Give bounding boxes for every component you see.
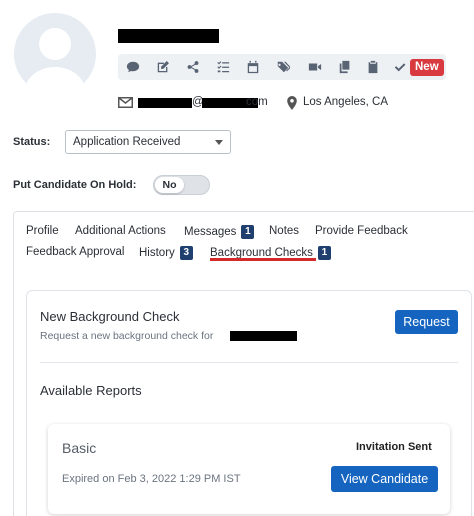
history-count-badge: 3 [179,246,193,260]
candidate-location: Los Angeles, CA [303,96,389,108]
new-background-check-title: New Background Check [40,309,180,324]
background-checks-count-badge: 1 [317,246,331,260]
request-button[interactable]: Request [395,310,458,334]
tab-additional-actions[interactable]: Additional Actions [75,225,166,237]
tab-feedback-approval[interactable]: Feedback Approval [26,246,124,258]
tab-history[interactable]: History 3 [139,246,193,260]
contact-row: @ com Los Angeles, CA [118,94,418,112]
hold-label: Put Candidate On Hold: [13,179,137,191]
check-icon[interactable] [391,58,409,76]
mail-icon [118,97,133,108]
copy-icon[interactable] [336,58,354,76]
messages-count-badge: 1 [241,225,255,239]
email-tld[interactable]: com [246,96,268,108]
divider [40,362,458,363]
view-candidate-button[interactable]: View Candidate [331,466,438,492]
report-status: Invitation Sent [356,441,432,453]
calendar-icon[interactable] [244,58,262,76]
active-tab-underline [210,258,316,261]
candidate-name-redacted [118,29,219,43]
avatar-placeholder-icon [25,28,85,95]
comment-icon[interactable] [124,58,142,76]
video-icon[interactable] [306,58,324,76]
status-selected-value: Application Received [73,136,181,148]
clipboard-icon[interactable] [364,58,382,76]
status-label: Status: [13,136,51,148]
checklist-icon[interactable] [214,58,232,76]
status-select[interactable]: Application Received [65,130,231,154]
new-badge[interactable]: New [410,59,444,76]
tab-provide-feedback[interactable]: Provide Feedback [315,225,408,237]
candidate-name-redacted-2 [230,331,297,341]
tags-icon[interactable] [274,58,292,76]
candidate-action-bar [118,54,446,80]
available-reports-title: Available Reports [40,383,142,398]
hold-toggle-value: No [155,177,184,193]
new-background-check-subtitle: Request a new background check for [40,330,214,342]
hold-toggle[interactable]: No [153,175,210,195]
report-name: Basic [62,440,97,456]
report-expired: Expired on Feb 3, 2022 1:29 PM IST [62,473,241,485]
tab-profile[interactable]: Profile [26,225,59,237]
email-user-redacted [138,98,192,108]
chevron-down-icon [215,140,223,145]
tab-messages[interactable]: Messages 1 [184,225,255,239]
share-icon[interactable] [184,58,202,76]
edit-icon[interactable] [154,58,172,76]
location-pin-icon [287,96,297,110]
avatar [14,13,96,95]
tab-notes[interactable]: Notes [269,225,299,237]
